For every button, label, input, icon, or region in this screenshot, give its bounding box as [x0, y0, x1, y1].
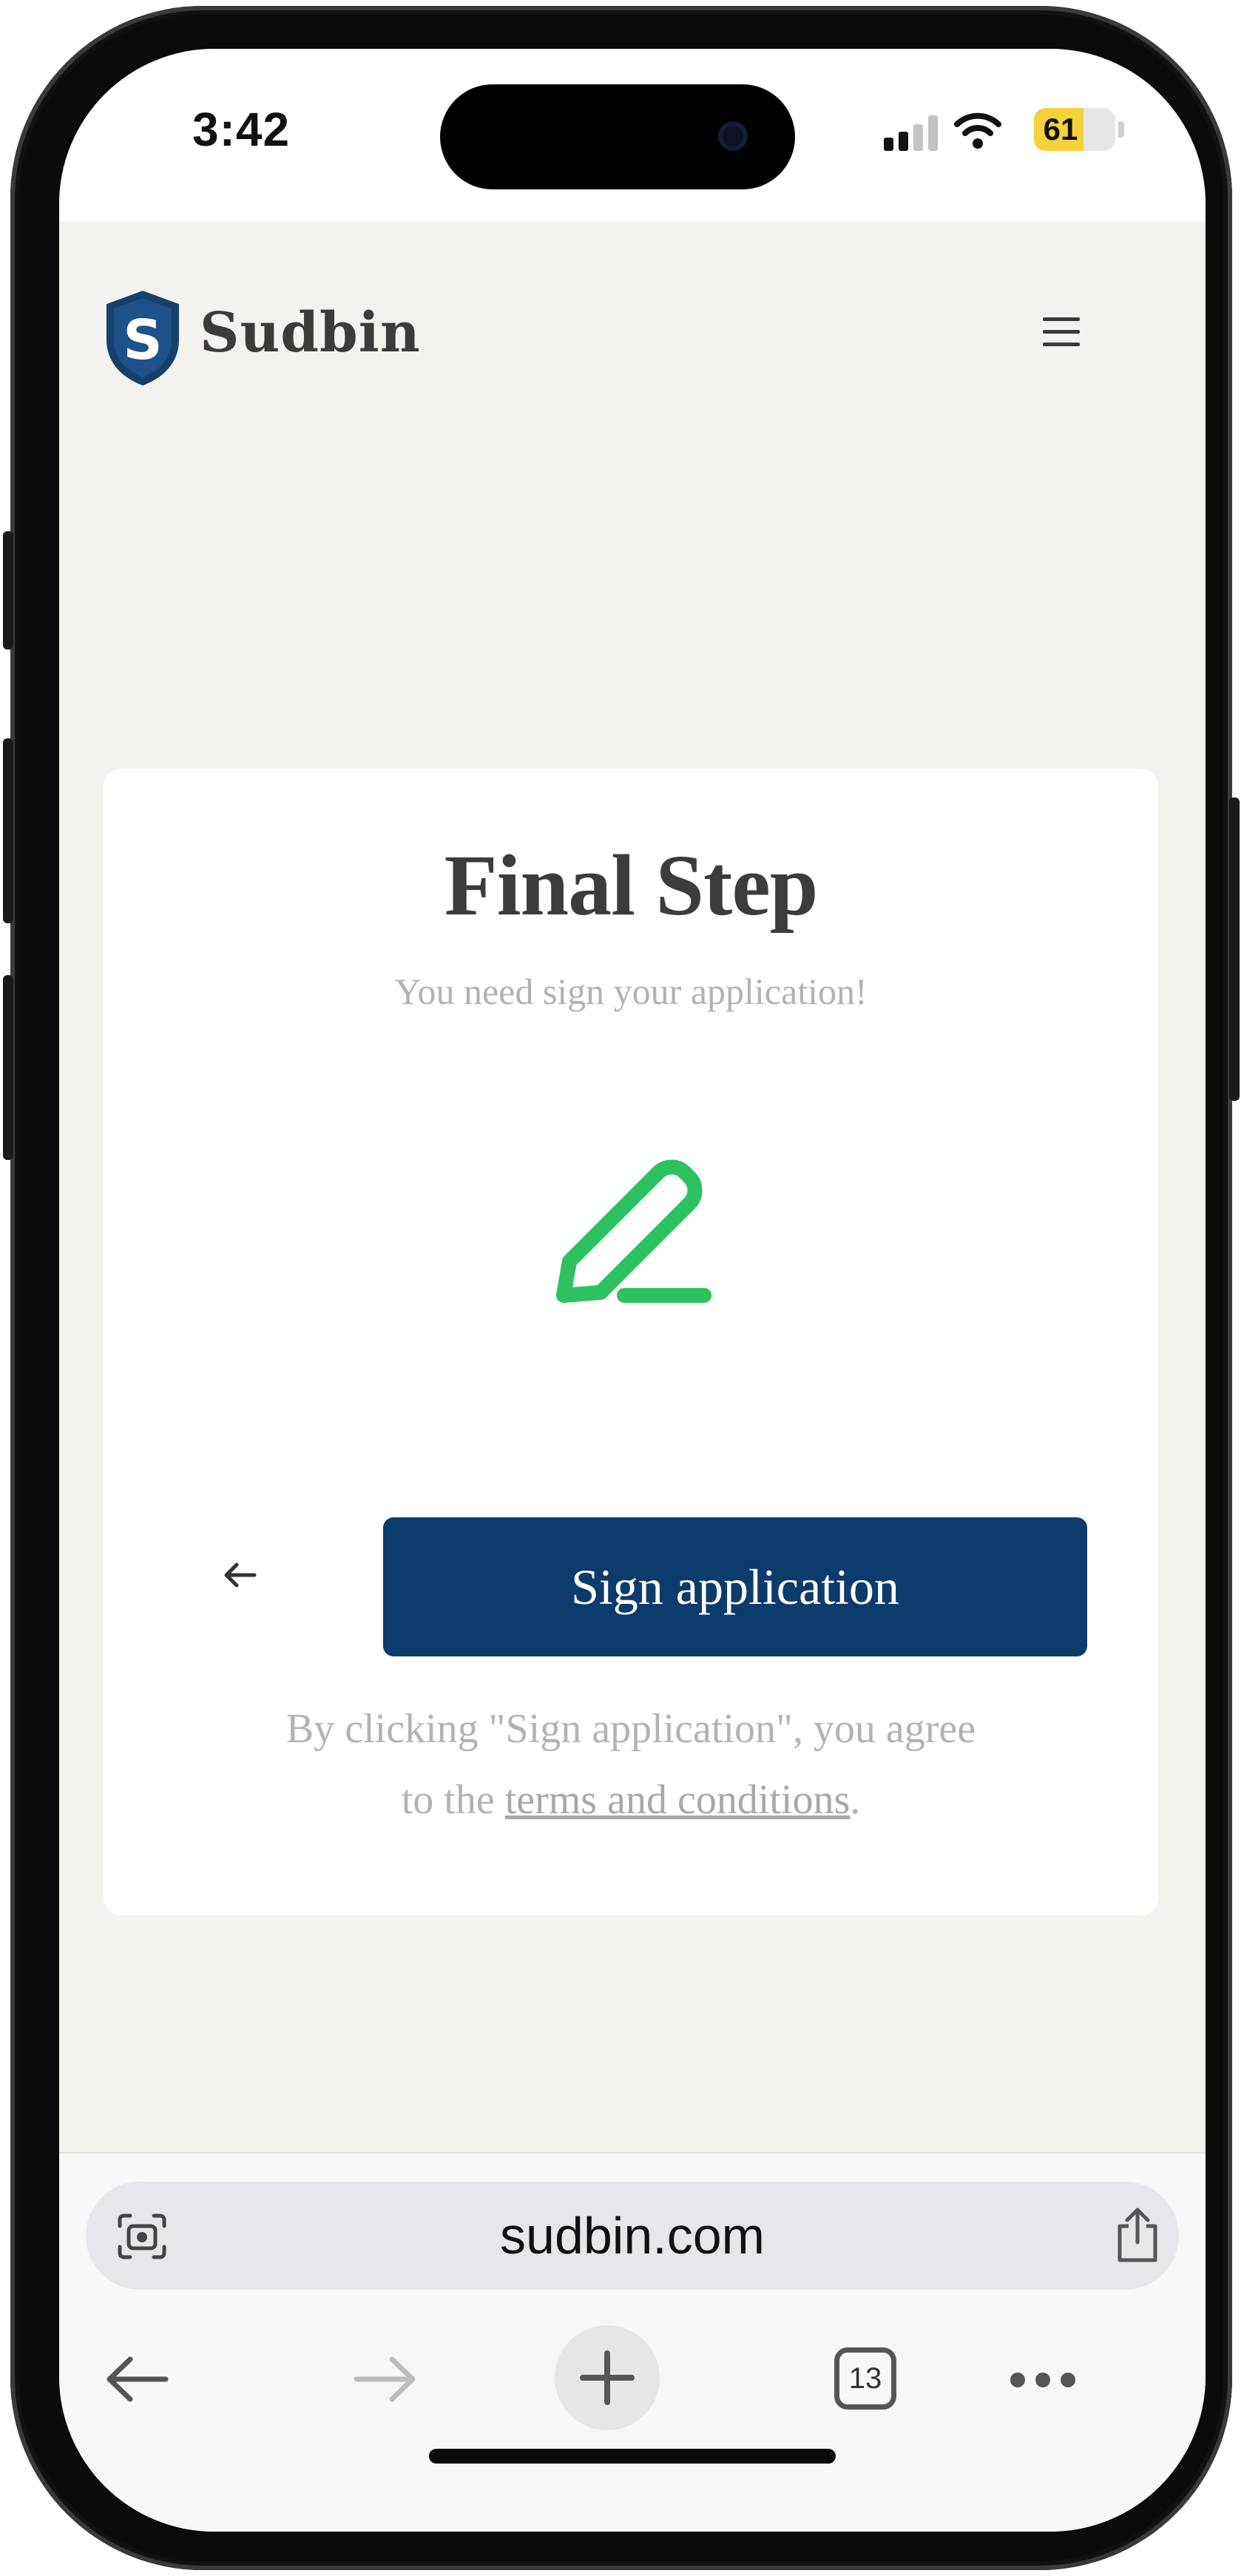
volume-up-button: [3, 738, 13, 923]
battery-icon: 61: [1034, 108, 1115, 151]
legal-line-1: By clicking "Sign application", you agre…: [285, 1706, 976, 1752]
battery-percent: 61: [1043, 112, 1078, 146]
card-subtitle: You need sign your application!: [394, 971, 868, 1012]
browser-toolbar: sudbin.com 13: [59, 2152, 1206, 2532]
camera-icon: [718, 121, 748, 151]
legal-notice: By clicking "Sign application", you agre…: [104, 1693, 1158, 1835]
new-tab-plus-icon[interactable]: [555, 2325, 660, 2430]
hamburger-menu-icon[interactable]: [1043, 317, 1083, 347]
shield-logo-icon[interactable]: S: [102, 288, 183, 388]
legal-to-the: to the: [401, 1777, 505, 1823]
address-bar[interactable]: sudbin.com: [86, 2182, 1179, 2290]
more-icon[interactable]: [1010, 2373, 1086, 2391]
forward-icon[interactable]: [352, 2353, 419, 2405]
volume-down-button: [3, 975, 13, 1160]
card-title: Final Step: [444, 837, 819, 934]
power-button: [1229, 798, 1240, 1101]
brand-name[interactable]: Sudbin: [200, 301, 421, 365]
home-indicator[interactable]: [429, 2449, 836, 2464]
pencil-icon: [556, 1159, 711, 1303]
status-time: 3:42: [192, 103, 291, 156]
wifi-icon: [954, 112, 1001, 149]
plus-icon: [580, 2350, 635, 2405]
dynamic-island: [440, 84, 795, 189]
status-bar: 3:42 61: [59, 49, 1206, 221]
phone-frame: 3:42 61 S Sudbin Final Step You need sig…: [3, 6, 1240, 2570]
arrow-left-icon[interactable]: [222, 1560, 257, 1590]
back-icon[interactable]: [104, 2353, 170, 2405]
cellular-signal-icon: [884, 114, 943, 151]
logo-letter: S: [123, 308, 162, 372]
share-icon[interactable]: [1114, 2207, 1161, 2265]
battery-nub: [1118, 121, 1124, 138]
phone-screen: 3:42 61 S Sudbin Final Step You need sig…: [59, 49, 1206, 2532]
web-page: S Sudbin Final Step You need sign your a…: [59, 221, 1206, 2152]
legal-line-2: to the terms and conditions.: [104, 1764, 1158, 1835]
tabs-icon[interactable]: 13: [834, 2347, 896, 2410]
url-text: sudbin.com: [500, 2207, 765, 2265]
legal-period: .: [850, 1777, 861, 1823]
sign-card: Final Step You need sign your applicatio…: [104, 769, 1158, 1915]
action-button: [3, 531, 13, 650]
terms-link[interactable]: terms and conditions: [505, 1777, 851, 1823]
sign-application-button[interactable]: Sign application: [383, 1517, 1087, 1656]
